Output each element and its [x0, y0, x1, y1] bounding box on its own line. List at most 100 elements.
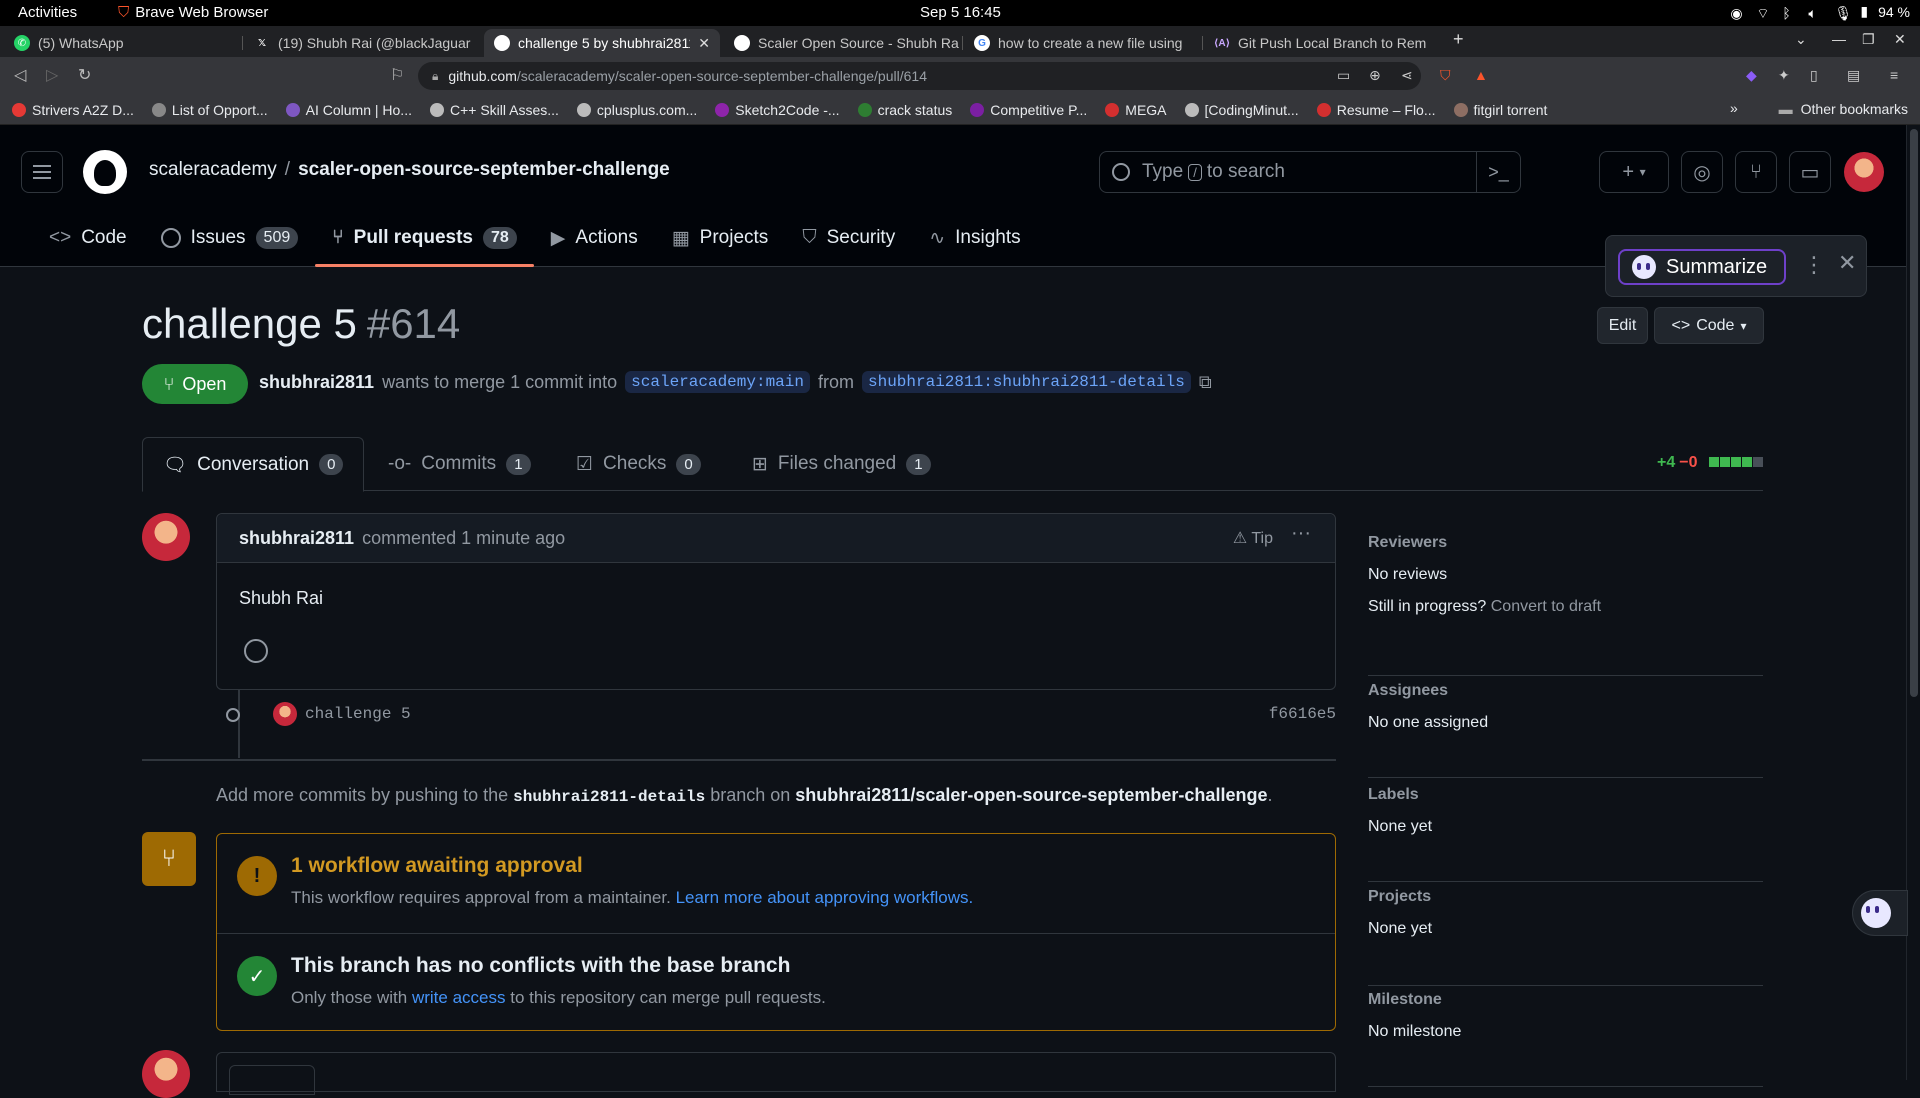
menu-icon[interactable]: ≡ — [1890, 67, 1906, 83]
back-icon[interactable]: ◁ — [14, 65, 26, 85]
bookmark-item[interactable]: AI Column | Ho... — [285, 102, 412, 118]
tab-x-profile[interactable]: 𝕏 (19) Shubh Rai (@blackJaguar — [244, 29, 480, 57]
create-new-button[interactable]: + ▾ — [1599, 151, 1669, 193]
avatar[interactable] — [142, 513, 190, 561]
bookmark-icon[interactable]: ⚐ — [390, 65, 404, 85]
tab-actions[interactable]: ▶ Actions — [534, 209, 655, 267]
repo-name-link[interactable]: scaler-open-source-september-challenge — [298, 159, 670, 180]
tab-search-icon[interactable]: ⌄ — [1795, 31, 1807, 48]
bookmark-item[interactable]: Sketch2Code -... — [715, 102, 840, 118]
author-link[interactable]: shubhrai2811 — [259, 372, 374, 393]
bookmark-item[interactable]: Competitive P... — [970, 102, 1087, 118]
tip-button[interactable]: ⚠︎ Tip — [1233, 528, 1273, 548]
tab-projects[interactable]: ▦ Projects — [655, 209, 786, 267]
forward-icon[interactable]: ▷ — [46, 65, 58, 85]
sidebar-icon[interactable]: ▯ — [1810, 67, 1826, 83]
projects-heading[interactable]: Projects — [1368, 888, 1763, 906]
tab-commits[interactable]: -o- Commits 1 — [388, 437, 531, 491]
pull-requests-icon[interactable]: ⑂ — [1735, 151, 1777, 193]
other-bookmarks[interactable]: ▬ Other bookmarks — [1779, 101, 1908, 117]
tab-code[interactable]: <> Code — [32, 209, 144, 267]
extensions-icon[interactable]: ✦ — [1778, 67, 1794, 83]
comment-timestamp[interactable]: commented 1 minute ago — [362, 528, 565, 549]
share-icon[interactable]: ⋖ — [1401, 67, 1417, 83]
commit-message-link[interactable]: challenge 5 — [305, 705, 411, 723]
user-avatar[interactable] — [1844, 152, 1884, 192]
tab-scaler-open-source[interactable]: Scaler Open Source - Shubh Ra — [724, 29, 960, 57]
clock[interactable]: Sep 5 16:45 — [920, 4, 1001, 21]
bookmark-item[interactable]: cplusplus.com... — [576, 102, 697, 118]
wallet-icon[interactable]: ▤ — [1847, 67, 1863, 83]
inbox-icon[interactable]: ▭ — [1789, 151, 1831, 193]
edit-title-button[interactable]: Edit — [1597, 307, 1648, 344]
tab-conversation[interactable]: 🗨︎ Conversation 0 — [142, 437, 365, 492]
tab-whatsapp[interactable]: ✆ (5) WhatsApp — [4, 29, 240, 57]
comment-options-icon[interactable]: ··· — [1291, 522, 1311, 545]
brave-rewards-icon[interactable]: ▲ — [1474, 67, 1490, 83]
add-reaction-icon[interactable] — [244, 639, 268, 663]
bookmark-item[interactable]: Strivers A2Z D... — [12, 102, 134, 118]
search-input[interactable]: Type / to search >_ — [1099, 151, 1521, 193]
write-access-link[interactable]: write access — [412, 988, 506, 1007]
bookmarks-overflow-button[interactable]: » — [1730, 100, 1738, 116]
assignees-heading[interactable]: Assignees — [1368, 682, 1763, 700]
extension-icon[interactable]: ◆ — [1746, 67, 1762, 83]
system-tray[interactable]: ◉ ⌔ ᛒ 🔈︎ 🎙︎ ▮ 94 % — [1730, 3, 1910, 21]
scrollbar-thumb[interactable] — [1910, 129, 1918, 697]
tab-git-push[interactable]: ⟨A⟩ Git Push Local Branch to Rem — [1204, 29, 1440, 57]
new-tab-button[interactable]: + — [1453, 29, 1464, 50]
tab-issues[interactable]: Issues 509 — [144, 209, 316, 267]
reviewers-heading[interactable]: Reviewers — [1368, 534, 1763, 552]
learn-more-link[interactable]: Learn more about approving workflows. — [676, 888, 974, 907]
bookmark-item[interactable]: Resume – Flo... — [1316, 102, 1436, 118]
hamburger-menu-icon[interactable] — [21, 151, 63, 193]
labels-heading[interactable]: Labels — [1368, 786, 1763, 804]
tab-google-search[interactable]: G how to create a new file using — [964, 29, 1200, 57]
command-palette-icon[interactable]: >_ — [1476, 152, 1520, 192]
url-input[interactable]: 🔒︎ github.com/scaleracademy/scaler-open-… — [418, 62, 1421, 90]
tab-insights[interactable]: ∿ Insights — [912, 209, 1037, 267]
tab-files-changed[interactable]: ⊞ Files changed 1 — [752, 437, 931, 491]
bookmark-item[interactable]: [CodingMinut... — [1184, 102, 1299, 118]
restore-icon[interactable]: ❐ — [1862, 31, 1875, 48]
reload-icon[interactable]: ↻ — [78, 65, 91, 85]
bookmark-item[interactable]: List of Opport... — [151, 102, 268, 118]
commit-sha-link[interactable]: f6616e5 — [1269, 705, 1336, 723]
milestone-heading[interactable]: Milestone — [1368, 991, 1763, 1009]
comment-author-link[interactable]: shubhrai2811 — [239, 528, 354, 549]
issues-count: 509 — [255, 227, 299, 249]
bookmark-item[interactable]: crack status — [857, 102, 952, 118]
tab-security[interactable]: ⛉ Security — [785, 209, 912, 267]
cast-icon[interactable]: ▭ — [1337, 67, 1353, 83]
scrollbar[interactable] — [1906, 125, 1920, 1080]
diff-blocks — [1708, 454, 1763, 472]
head-branch[interactable]: shubhrai2811:shubhrai2811-details — [861, 371, 1191, 393]
issues-icon[interactable]: ◎ — [1681, 151, 1723, 193]
bookmark-item[interactable]: fitgirl torrent — [1453, 102, 1547, 118]
brave-shields-icon[interactable]: ⛉ — [1440, 67, 1456, 83]
close-window-icon[interactable]: ✕ — [1894, 31, 1906, 48]
close-icon[interactable]: ✕ — [1838, 250, 1856, 276]
zoom-icon[interactable]: ⊕ — [1369, 67, 1385, 83]
tab-pull-requests[interactable]: ⑂ Pull requests 78 — [315, 209, 534, 267]
base-branch[interactable]: scaleracademy:main — [625, 371, 810, 393]
assistant-launcher[interactable] — [1852, 890, 1908, 936]
github-logo-icon[interactable] — [83, 150, 127, 194]
copy-icon[interactable]: ⧉ — [1199, 372, 1212, 393]
summarize-button[interactable]: Summarize — [1618, 249, 1786, 285]
active-app-label[interactable]: ⛉ Brave Web Browser — [118, 4, 268, 21]
code-dropdown-button[interactable]: <> Code ▾ — [1654, 307, 1764, 344]
close-tab-icon[interactable]: ✕ — [698, 35, 710, 52]
write-tab[interactable] — [229, 1065, 315, 1095]
activities-button[interactable]: Activities — [18, 4, 77, 21]
tab-checks[interactable]: ☑ Checks 0 — [576, 437, 701, 491]
bookmark-item[interactable]: C++ Skill Asses... — [429, 102, 559, 118]
commit-author-avatar[interactable] — [273, 702, 297, 726]
kebab-menu-icon[interactable]: ⋮ — [1803, 252, 1825, 278]
minimize-icon[interactable]: — — [1832, 31, 1846, 47]
tab-pull-request[interactable]: challenge 5 by shubhrai2811 ✕ — [484, 29, 720, 57]
bookmark-item[interactable]: MEGA — [1105, 102, 1167, 118]
avatar[interactable] — [142, 1050, 190, 1098]
convert-to-draft-link[interactable]: Convert to draft — [1491, 598, 1601, 615]
repo-owner-link[interactable]: scaleracademy — [149, 159, 277, 180]
